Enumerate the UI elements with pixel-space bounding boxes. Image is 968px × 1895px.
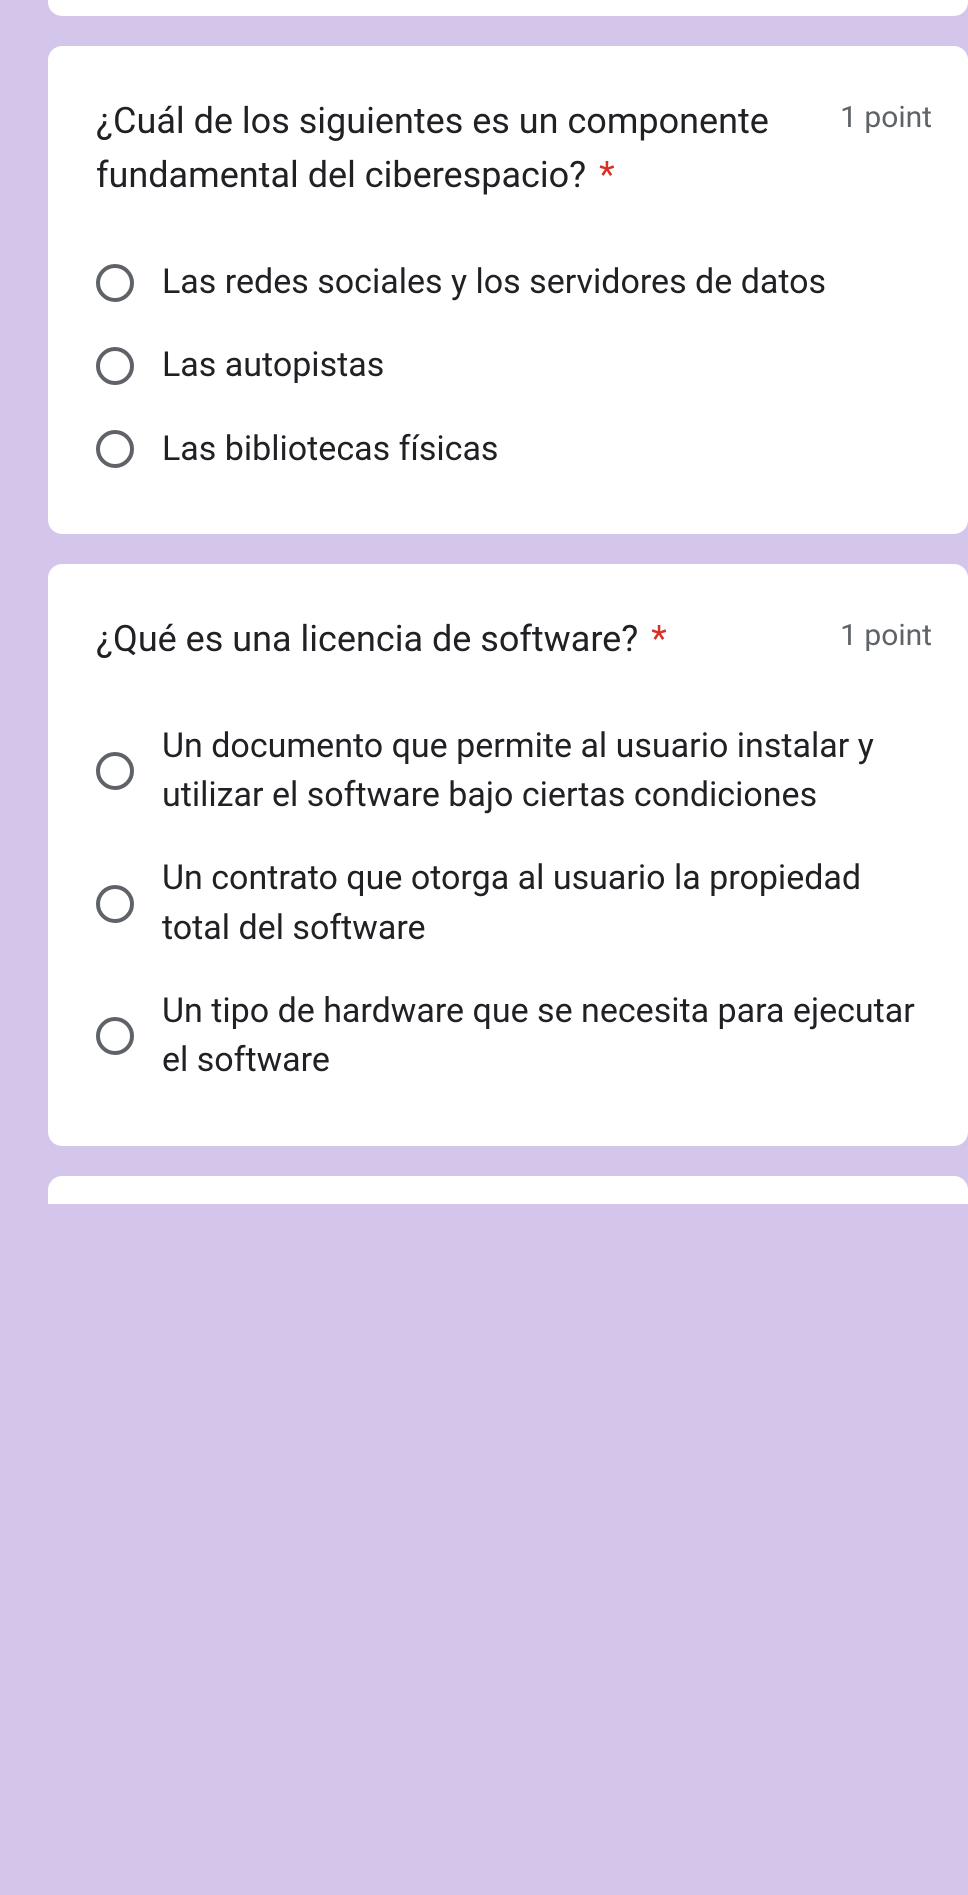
option-label: Las bibliotecas físicas: [162, 425, 498, 474]
radio-icon: [96, 885, 134, 923]
required-indicator: *: [651, 618, 667, 660]
radio-option[interactable]: Las autopistas: [96, 341, 932, 390]
radio-option[interactable]: Un tipo de hardware que se necesita para…: [96, 987, 932, 1086]
radio-icon: [96, 430, 134, 468]
option-label: Las autopistas: [162, 341, 384, 390]
card-partial-bottom: [48, 1176, 968, 1204]
radio-icon: [96, 264, 134, 302]
option-label: Un tipo de hardware que se necesita para…: [162, 987, 932, 1086]
question-header: ¿Cuál de los siguientes es un componente…: [96, 94, 932, 202]
question-text: ¿Qué es una licencia de software? *: [96, 612, 828, 666]
radio-icon: [96, 1017, 134, 1055]
radio-icon: [96, 347, 134, 385]
question-card-2: ¿Qué es una licencia de software? * 1 po…: [48, 564, 968, 1146]
question-header: ¿Qué es una licencia de software? * 1 po…: [96, 612, 932, 666]
required-indicator: *: [599, 154, 615, 196]
points-label: 1 point: [840, 618, 932, 653]
question-title: ¿Qué es una licencia de software?: [96, 618, 638, 660]
option-label: Un documento que permite al usuario inst…: [162, 722, 932, 821]
question-card-1: ¿Cuál de los siguientes es un componente…: [48, 46, 968, 534]
card-partial-top: [48, 0, 968, 16]
option-label: Un contrato que otorga al usuario la pro…: [162, 854, 932, 953]
radio-option[interactable]: Un contrato que otorga al usuario la pro…: [96, 854, 932, 953]
question-title: ¿Cuál de los siguientes es un componente…: [96, 100, 769, 196]
points-label: 1 point: [840, 100, 932, 135]
radio-icon: [96, 752, 134, 790]
radio-option[interactable]: Las redes sociales y los servidores de d…: [96, 258, 932, 307]
question-text: ¿Cuál de los siguientes es un componente…: [96, 94, 828, 202]
radio-option[interactable]: Un documento que permite al usuario inst…: [96, 722, 932, 821]
option-label: Las redes sociales y los servidores de d…: [162, 258, 826, 307]
radio-option[interactable]: Las bibliotecas físicas: [96, 425, 932, 474]
